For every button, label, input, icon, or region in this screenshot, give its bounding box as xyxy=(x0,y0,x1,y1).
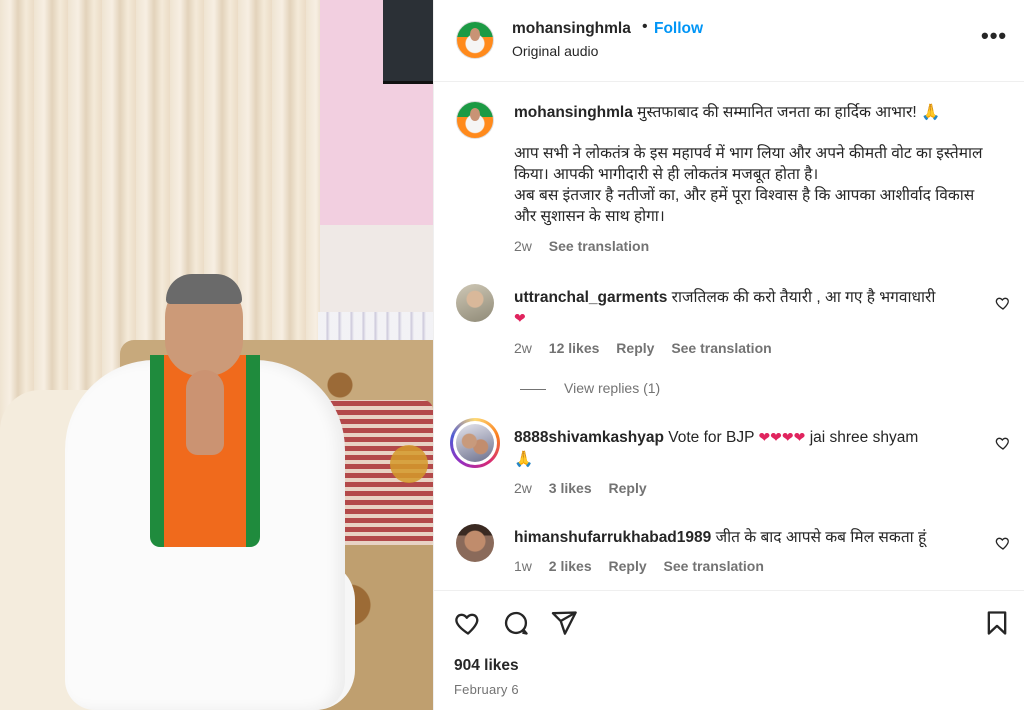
see-translation-button[interactable]: See translation xyxy=(671,340,771,356)
reply-button[interactable]: Reply xyxy=(616,340,654,356)
comment-text: 8888shivamkashyap Vote for BJP ❤❤❤❤ jai … xyxy=(514,427,989,470)
comment-time[interactable]: 2w xyxy=(514,480,532,496)
caption-avatar[interactable] xyxy=(456,101,494,139)
pillow-flower xyxy=(390,445,428,483)
comment-emoji: ❤ xyxy=(514,311,526,327)
caption-meta: 2w See translation xyxy=(514,238,662,254)
comment-like-icon[interactable] xyxy=(995,295,1011,311)
commenter-username[interactable]: 8888shivamkashyap xyxy=(514,429,664,446)
comment-body: राजतिलक की करो तैयारी , आ गए है भगवाधारी xyxy=(671,289,936,306)
caption-username[interactable]: mohansinghmla xyxy=(514,104,633,121)
commenter-avatar[interactable] xyxy=(456,524,494,562)
reply-button[interactable]: Reply xyxy=(609,558,647,574)
television xyxy=(383,0,433,84)
comment-likes[interactable]: 3 likes xyxy=(549,480,592,496)
comment-item: uttranchal_garments राजतिलक की करो तैयार… xyxy=(434,278,1024,398)
comment-meta: 1w 2 likes Reply See translation xyxy=(514,558,777,574)
post-media-image[interactable] xyxy=(0,0,433,710)
comment-likes[interactable]: 2 likes xyxy=(549,558,592,574)
comment-icon[interactable] xyxy=(502,609,530,637)
caption-first-line: mohansinghmla मुस्तफाबाद की सम्मानित जनत… xyxy=(514,102,989,123)
post-detail-panel: mohansinghmla • Follow Original audio ••… xyxy=(433,0,1024,710)
likes-count[interactable]: 904 likes xyxy=(454,657,519,675)
post-date[interactable]: February 6 xyxy=(454,682,519,697)
comment-meta: 2w 12 likes Reply See translation xyxy=(514,340,785,356)
comment-body: Vote for BJP xyxy=(668,429,755,446)
caption-body: आप सभी ने लोकतंत्र के इस महापर्व में भाग… xyxy=(514,143,994,227)
floral-border xyxy=(318,312,433,342)
separator-dot: • xyxy=(642,18,648,35)
view-replies-button[interactable]: View replies (1) xyxy=(520,380,660,396)
author-username[interactable]: mohansinghmla xyxy=(512,20,631,38)
praying-hands-emoji: 🙏 xyxy=(514,450,534,468)
more-horizontal-icon[interactable]: ••• xyxy=(981,25,1007,47)
folded-hands xyxy=(186,370,224,455)
heart-outline-icon[interactable] xyxy=(454,609,482,637)
comment-item: himanshufarrukhabad1989 जीत के बाद आपसे … xyxy=(434,518,1024,590)
bookmark-icon[interactable] xyxy=(983,609,1011,637)
person-hair xyxy=(166,274,242,304)
commenter-avatar[interactable] xyxy=(456,424,494,462)
see-translation-button[interactable]: See translation xyxy=(664,558,764,574)
comment-like-icon[interactable] xyxy=(995,535,1011,551)
audio-label[interactable]: Original audio xyxy=(512,43,598,59)
comment-meta: 2w 3 likes Reply xyxy=(514,480,660,496)
caption-see-translation[interactable]: See translation xyxy=(549,238,649,254)
comment-likes[interactable]: 12 likes xyxy=(549,340,600,356)
comment-emoji: ❤❤❤❤ xyxy=(758,430,806,446)
commenter-avatar[interactable] xyxy=(456,284,494,322)
comment-text: uttranchal_garments राजतिलक की करो तैयार… xyxy=(514,287,989,330)
comment-body: जीत के बाद आपसे कब मिल सकता हूं xyxy=(715,529,927,546)
caption-time[interactable]: 2w xyxy=(514,238,532,254)
comment-text: himanshufarrukhabad1989 जीत के बाद आपसे … xyxy=(514,527,989,548)
post-actions: 904 likes February 6 xyxy=(434,590,1024,710)
comment-like-icon[interactable] xyxy=(995,435,1011,451)
caption-paragraph-1: आप सभी ने लोकतंत्र के इस महापर्व में भाग… xyxy=(514,145,983,183)
caption-paragraph-2: अब बस इंतजार है नतीजों का, और हमें पूरा … xyxy=(514,187,975,225)
comment-time[interactable]: 2w xyxy=(514,340,532,356)
paper-plane-icon[interactable] xyxy=(550,609,578,637)
commenter-username[interactable]: himanshufarrukhabad1989 xyxy=(514,529,711,546)
caption-heading: मुस्तफाबाद की सम्मानित जनता का हार्दिक आ… xyxy=(637,104,941,121)
comment-item: 8888shivamkashyap Vote for BJP ❤❤❤❤ jai … xyxy=(434,418,1024,498)
author-avatar[interactable] xyxy=(456,21,494,59)
view-replies-label[interactable]: View replies (1) xyxy=(564,380,660,396)
replies-line xyxy=(520,388,546,390)
comment-body-after: jai shree shyam xyxy=(809,429,919,446)
reply-button[interactable]: Reply xyxy=(609,480,647,496)
follow-button[interactable]: Follow xyxy=(654,20,703,38)
caption-block: mohansinghmla मुस्तफाबाद की सम्मानित जनत… xyxy=(434,83,1024,273)
commenter-username[interactable]: uttranchal_garments xyxy=(514,289,667,306)
comment-time[interactable]: 1w xyxy=(514,558,532,574)
comments-section[interactable]: mohansinghmla मुस्तफाबाद की सम्मानित जनत… xyxy=(434,83,1024,590)
post-header: mohansinghmla • Follow Original audio ••… xyxy=(434,0,1024,82)
